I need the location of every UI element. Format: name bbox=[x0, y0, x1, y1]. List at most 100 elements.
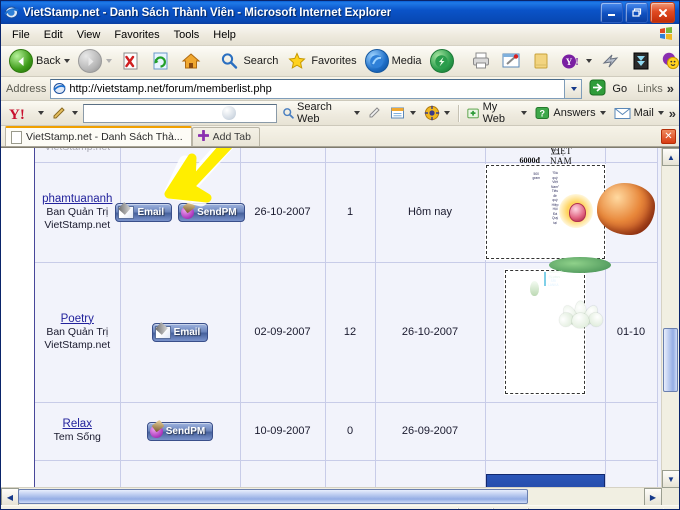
tabs-dropdown-icon[interactable] bbox=[409, 111, 416, 115]
cell-extra bbox=[605, 402, 658, 461]
username-link[interactable]: Relax bbox=[63, 418, 92, 430]
yahoo-mail-button[interactable]: Mail bbox=[611, 107, 667, 120]
window-title: VietStamp.net - Danh Sách Thành Viên - M… bbox=[23, 6, 392, 19]
tab-strip: VietStamp.net - Danh Sách Thà... Add Tab… bbox=[1, 126, 679, 147]
close-tab-bar-button[interactable]: ✕ bbox=[661, 128, 676, 144]
edit-page-icon bbox=[500, 51, 522, 72]
scroll-down-button[interactable]: ▼ bbox=[662, 470, 679, 488]
svg-text:Y!: Y! bbox=[9, 107, 25, 122]
main-toolbar: Back Search Favorites Media Y ! bbox=[1, 46, 679, 77]
menu-item-help[interactable]: Help bbox=[206, 27, 243, 43]
table-row[interactable]: Poetry Ban Quản Trị VietStamp.net Email bbox=[35, 257, 658, 403]
answers-dropdown-icon[interactable] bbox=[599, 111, 606, 115]
menu-item-view[interactable]: View bbox=[70, 27, 108, 43]
table-row[interactable] bbox=[35, 460, 658, 488]
email-button[interactable]: Email bbox=[151, 322, 209, 342]
forward-button[interactable] bbox=[74, 48, 116, 74]
yahoo-icon: Y ! bbox=[560, 51, 582, 72]
minimize-button[interactable] bbox=[600, 2, 623, 23]
search-button[interactable]: Search bbox=[214, 48, 282, 74]
menu-item-file[interactable]: File bbox=[5, 27, 37, 43]
cell-actions: SendPM bbox=[120, 402, 241, 461]
folder-button[interactable] bbox=[526, 48, 556, 74]
add-tab-label: Add Tab bbox=[212, 131, 251, 143]
yahoo-search-web-button[interactable]: Search Web bbox=[279, 101, 363, 125]
vertical-scroll-thumb[interactable] bbox=[663, 328, 678, 392]
cell-actions bbox=[120, 460, 241, 488]
answers-label: Answers bbox=[553, 107, 596, 119]
username-link[interactable]: phamtuananh bbox=[42, 193, 112, 205]
scroll-left-button[interactable]: ◀ bbox=[1, 488, 19, 505]
cell-stamp-image: ශ්‍රී ලංකා SRI LANKA bbox=[485, 257, 611, 403]
close-button[interactable] bbox=[650, 2, 675, 23]
my-web-dropdown-icon[interactable] bbox=[521, 111, 528, 115]
download-button[interactable] bbox=[626, 48, 656, 74]
cell-last-activity: 26-09-2007 bbox=[375, 402, 486, 461]
yahoo-logo-dropdown-icon[interactable] bbox=[38, 111, 44, 115]
menu-item-tools[interactable]: Tools bbox=[167, 27, 207, 43]
pencil-dropdown-icon[interactable] bbox=[72, 111, 78, 115]
yahoo-tabs-button[interactable] bbox=[387, 106, 419, 120]
cell-stamp-image bbox=[485, 402, 606, 461]
email-button-label: Email bbox=[137, 206, 165, 218]
messenger-button[interactable] bbox=[596, 48, 626, 74]
yahoo-dropdown-icon[interactable] bbox=[585, 59, 592, 63]
sendpm-button[interactable]: SendPM bbox=[146, 421, 214, 441]
yahoo-logo[interactable]: Y! bbox=[5, 105, 47, 122]
restore-button[interactable] bbox=[625, 2, 648, 23]
menu-item-edit[interactable]: Edit bbox=[37, 27, 70, 43]
yahoo-toolbar-button[interactable]: Y ! bbox=[556, 48, 596, 74]
cell-posts-clipped bbox=[325, 148, 376, 163]
table-row[interactable]: phamtuananh Ban Quản Trị VietStamp.net E… bbox=[35, 148, 658, 263]
mail-dropdown-icon[interactable] bbox=[657, 111, 664, 115]
smiley-icon bbox=[660, 51, 679, 72]
favorites-button[interactable]: Favorites bbox=[282, 48, 360, 74]
smiley-button[interactable] bbox=[656, 48, 679, 74]
refresh-button[interactable] bbox=[146, 48, 176, 74]
address-dropdown-icon[interactable] bbox=[565, 78, 583, 99]
email-button[interactable]: Email bbox=[115, 202, 173, 222]
yahoo-overflow-icon[interactable]: » bbox=[669, 106, 679, 121]
menu-item-favorites[interactable]: Favorites bbox=[107, 27, 166, 43]
back-arrow-icon bbox=[9, 49, 33, 73]
sendpm-button[interactable]: SendPM bbox=[178, 202, 245, 222]
folder-icon bbox=[530, 51, 552, 72]
title-bar: VietStamp.net - Danh Sách Thành Viên - M… bbox=[1, 1, 679, 24]
edit-button[interactable] bbox=[496, 48, 526, 74]
yahoo-my-web-button[interactable]: My Web bbox=[464, 101, 531, 125]
horizontal-scrollbar[interactable]: ◀ ▶ bbox=[1, 487, 662, 505]
page-content-area: VietStamp.net phamtuananh Ban Quản bbox=[1, 147, 679, 505]
search-web-dropdown-icon[interactable] bbox=[353, 111, 360, 115]
sendpm-button-label: SendPM bbox=[165, 425, 206, 437]
stop-button[interactable] bbox=[116, 48, 146, 74]
horizontal-scroll-thumb[interactable] bbox=[18, 489, 528, 504]
yahoo-answers-button[interactable]: ? Answers bbox=[532, 106, 608, 120]
yahoo-highlight-button[interactable] bbox=[365, 106, 385, 120]
back-dropdown-icon[interactable] bbox=[64, 59, 71, 63]
print-button[interactable] bbox=[466, 48, 496, 74]
cell-username bbox=[35, 460, 121, 488]
toolbar-overflow-icon[interactable]: » bbox=[667, 81, 677, 96]
links-label[interactable]: Links bbox=[633, 83, 667, 95]
cell-username: Relax Tem Sống bbox=[35, 402, 121, 461]
address-input[interactable]: http://vietstamp.net/forum/memberlist.ph… bbox=[50, 78, 566, 99]
yahoo-pencil-button[interactable] bbox=[49, 106, 81, 121]
tab-add-new[interactable]: Add Tab bbox=[191, 127, 260, 146]
scroll-right-button[interactable]: ▶ bbox=[644, 488, 662, 505]
vertical-scrollbar[interactable]: ▲ ▼ bbox=[661, 148, 679, 488]
media-button[interactable]: Media bbox=[361, 48, 426, 74]
back-button[interactable]: Back bbox=[5, 48, 74, 74]
go-button[interactable]: Go bbox=[582, 79, 633, 99]
scroll-up-button[interactable]: ▲ bbox=[662, 148, 679, 166]
cell-join-date bbox=[240, 460, 326, 488]
username-link[interactable]: Poetry bbox=[61, 313, 94, 325]
lightning-icon bbox=[600, 51, 622, 72]
cell-joindate-clipped bbox=[240, 148, 326, 163]
home-button[interactable] bbox=[176, 48, 206, 74]
antispy-dropdown-icon[interactable] bbox=[443, 111, 450, 115]
history-button[interactable] bbox=[426, 48, 458, 74]
table-row[interactable]: Relax Tem Sống SendPM 10-09-2007 0 26-09… bbox=[35, 402, 658, 461]
tab-vietstamp[interactable]: VietStamp.net - Danh Sách Thà... bbox=[5, 126, 192, 146]
yahoo-search-input[interactable] bbox=[83, 103, 277, 123]
yahoo-antispy-button[interactable] bbox=[421, 105, 453, 121]
